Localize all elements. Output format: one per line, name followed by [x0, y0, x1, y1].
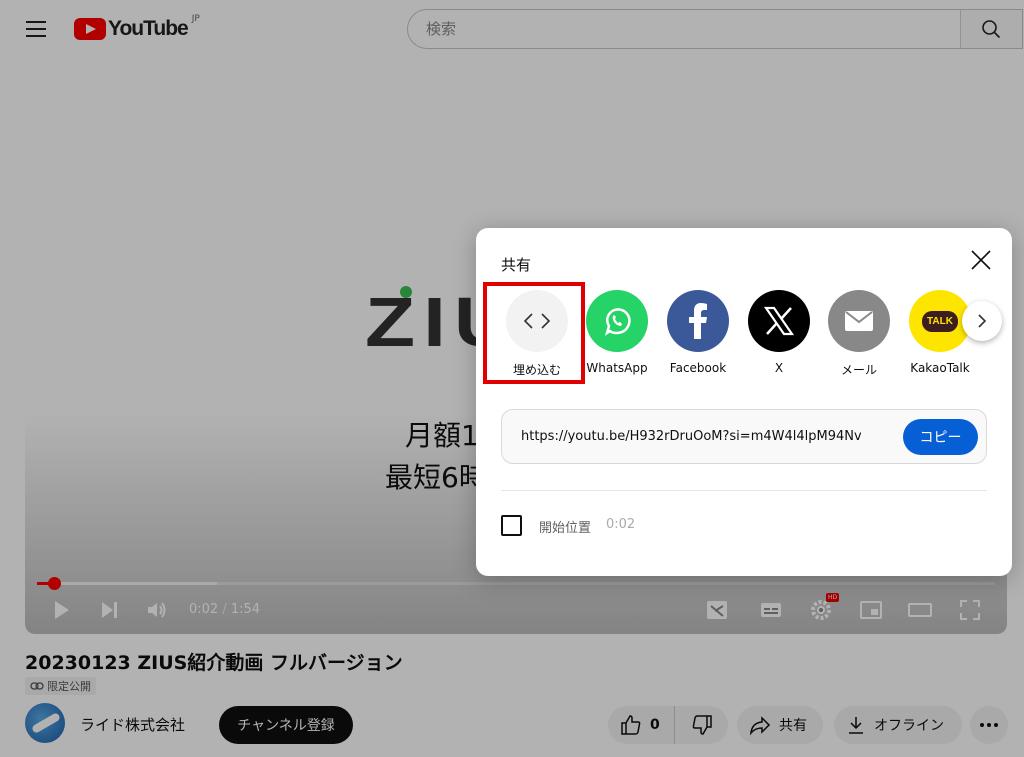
share-target-label: X	[774, 361, 784, 375]
share-dialog-title: 共有	[501, 256, 532, 274]
share-url[interactable]: https://youtu.be/H932rDruOoM?si=m4W4l4lp…	[521, 429, 861, 444]
share-whatsapp[interactable]: WhatsApp	[577, 290, 657, 375]
start-at-time: 0:02	[606, 517, 636, 532]
embed-highlight-box	[483, 282, 585, 384]
close-button[interactable]	[970, 249, 992, 271]
kakao-badge: TALK	[922, 310, 958, 332]
start-at-label: 開始位置	[539, 521, 592, 536]
close-icon	[971, 250, 991, 270]
share-next-button[interactable]	[962, 301, 1002, 341]
dialog-divider	[501, 490, 987, 491]
whatsapp-icon	[586, 290, 648, 352]
share-url-box: https://youtu.be/H932rDruOoM?si=m4W4l4lp…	[501, 409, 987, 464]
start-at-checkbox[interactable]	[501, 515, 522, 536]
share-dialog: 共有 埋め込む WhatsApp Facebook X メール TALK Kak…	[476, 228, 1012, 576]
share-facebook[interactable]: Facebook	[658, 290, 738, 375]
chevron-right-icon	[978, 314, 987, 328]
mail-icon	[828, 290, 890, 352]
share-target-label: メール	[840, 363, 877, 377]
share-x[interactable]: X	[739, 290, 819, 375]
share-target-label: WhatsApp	[586, 361, 648, 375]
facebook-icon	[667, 290, 729, 352]
x-icon	[748, 290, 810, 352]
share-target-label: KakaoTalk	[910, 361, 970, 375]
copy-button[interactable]: コピー	[903, 419, 978, 455]
share-email[interactable]: メール	[819, 290, 899, 378]
share-target-label: Facebook	[669, 361, 727, 375]
